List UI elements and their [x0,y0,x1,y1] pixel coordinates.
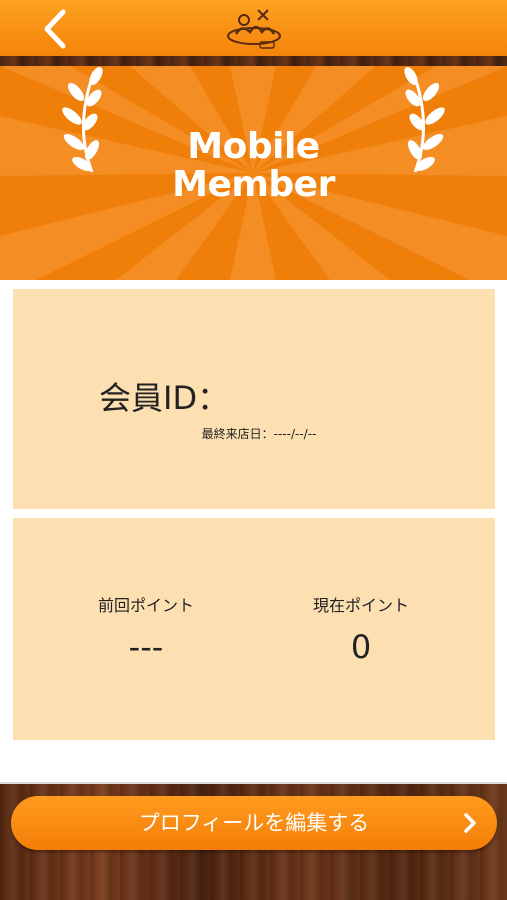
current-points-value: 0 [350,628,372,666]
member-id-card: 会員ID： 最終来店日：----/--/-- [13,289,495,509]
last-visit-value: ----/--/-- [273,427,317,441]
banner-title: Mobile Member [0,128,507,204]
points-card: 前回ポイント --- 現在ポイント 0 [13,518,495,740]
member-id-row: 会員ID： [99,373,229,419]
banner-title-line2: Member [172,164,335,205]
member-id-label: 会員ID： [99,379,230,417]
brand-logo-icon [227,9,281,49]
chevron-right-icon [464,813,476,833]
chevron-left-icon [44,9,66,49]
previous-points-value: --- [128,628,164,666]
edit-profile-button[interactable]: プロフィールを編集する [11,796,497,850]
current-points-label: 現在ポイント [312,596,409,615]
last-visit-row: 最終来店日：----/--/-- [13,425,495,442]
previous-points-label: 前回ポイント [97,596,194,615]
edit-profile-label: プロフィールを編集する [138,811,370,835]
banner-title-line1: Mobile [187,126,320,167]
last-visit-label: 最終来店日： [201,427,274,441]
wood-divider [0,56,507,66]
member-banner: Mobile Member [0,66,507,280]
app-header [0,0,507,56]
back-button[interactable] [26,6,82,52]
